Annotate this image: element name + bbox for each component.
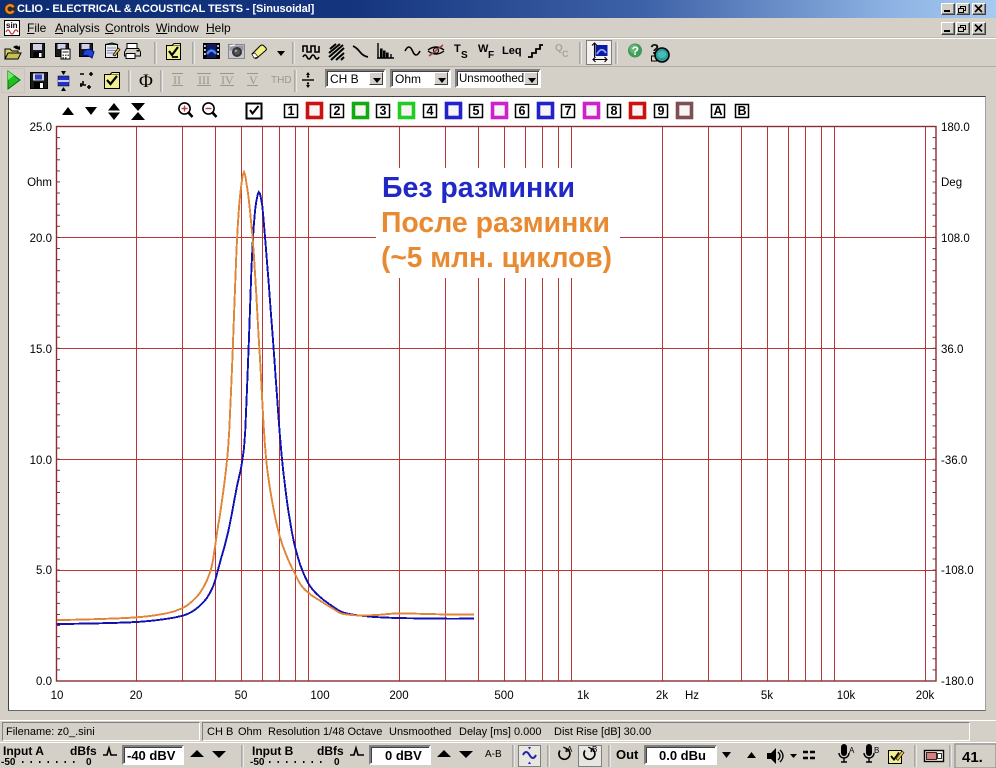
svg-text:Out: Out bbox=[616, 747, 639, 762]
svg-text:A-B: A-B bbox=[485, 749, 502, 760]
svg-text:1k: 1k bbox=[577, 690, 589, 702]
svg-text:-180.0: -180.0 bbox=[941, 676, 974, 688]
svg-text:B: B bbox=[592, 745, 597, 754]
svg-text:1: 1 bbox=[288, 104, 295, 118]
svg-text:Без разминки: Без разминки bbox=[382, 172, 575, 204]
svg-text:25.0: 25.0 bbox=[30, 122, 52, 134]
svg-text:-50: -50 bbox=[1, 757, 16, 768]
svg-text:dBfs: dBfs bbox=[317, 744, 344, 758]
svg-text:6: 6 bbox=[519, 104, 526, 118]
svg-text:20: 20 bbox=[130, 690, 143, 702]
svg-text:10: 10 bbox=[51, 690, 64, 702]
svg-text:9: 9 bbox=[658, 104, 665, 118]
svg-text:A: A bbox=[567, 745, 573, 754]
svg-text:8: 8 bbox=[611, 104, 618, 118]
svg-text:Input A: Input A bbox=[3, 744, 44, 758]
svg-text:0: 0 bbox=[334, 757, 340, 768]
svg-text:500: 500 bbox=[494, 690, 513, 702]
svg-text:180.0: 180.0 bbox=[941, 122, 970, 134]
svg-text:-36.0: -36.0 bbox=[941, 455, 967, 467]
svg-text:(~5 млн. циклов): (~5 млн. циклов) bbox=[381, 242, 612, 274]
svg-text:2k: 2k bbox=[656, 690, 668, 702]
svg-text:36.0: 36.0 bbox=[941, 344, 963, 356]
svg-text:10.0: 10.0 bbox=[30, 455, 52, 467]
svg-text:B: B bbox=[737, 104, 746, 118]
svg-text:0.0: 0.0 bbox=[36, 676, 52, 688]
svg-text:Input B: Input B bbox=[252, 744, 294, 758]
svg-text:200: 200 bbox=[389, 690, 408, 702]
svg-text:Deg: Deg bbox=[941, 177, 962, 189]
svg-text:5k: 5k bbox=[761, 690, 773, 702]
svg-text:20.0: 20.0 bbox=[30, 233, 52, 245]
svg-text:10k: 10k bbox=[837, 690, 856, 702]
svg-text:-50: -50 bbox=[250, 757, 265, 768]
svg-text:dBfs: dBfs bbox=[70, 744, 97, 758]
svg-text:B: B bbox=[874, 746, 879, 755]
svg-text:100: 100 bbox=[310, 690, 329, 702]
svg-text:7: 7 bbox=[565, 104, 572, 118]
svg-text:Hz: Hz bbox=[685, 690, 699, 702]
svg-text:5: 5 bbox=[473, 104, 480, 118]
svg-text:50: 50 bbox=[235, 690, 248, 702]
svg-text:3: 3 bbox=[380, 104, 387, 118]
svg-text:108.0: 108.0 bbox=[941, 233, 970, 245]
svg-text:A: A bbox=[713, 104, 722, 118]
svg-text:-108.0: -108.0 bbox=[941, 565, 974, 577]
svg-text:Ohm: Ohm bbox=[27, 177, 52, 189]
svg-text:2: 2 bbox=[334, 104, 341, 118]
svg-text:A: A bbox=[849, 746, 855, 755]
svg-text:20k: 20k bbox=[916, 690, 935, 702]
svg-text:5.0: 5.0 bbox=[36, 565, 52, 577]
svg-text:4: 4 bbox=[427, 104, 434, 118]
svg-text:41.: 41. bbox=[962, 749, 983, 766]
svg-text:0: 0 bbox=[86, 757, 92, 768]
svg-text:После разминки: После разминки bbox=[381, 207, 610, 239]
svg-text:15.0: 15.0 bbox=[30, 344, 52, 356]
